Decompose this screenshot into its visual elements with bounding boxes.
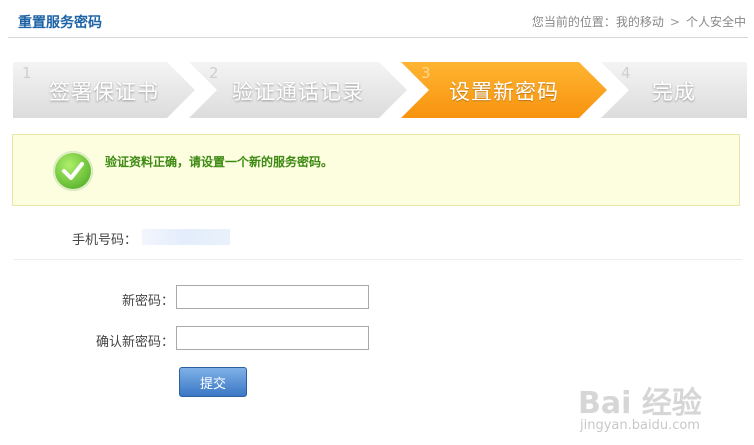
header-divider <box>8 37 748 38</box>
new-password-label: 新密码： <box>121 294 174 309</box>
baidu-watermark: Bai 经验 jingyan.baidu.com <box>578 378 748 440</box>
phone-number-label: 手机号码： <box>72 233 138 248</box>
breadcrumb-separator: > <box>669 15 680 29</box>
new-password-input[interactable] <box>176 285 369 309</box>
submit-button[interactable]: 提交 <box>179 367 247 397</box>
step-label: 签署保证书 <box>49 80 159 104</box>
breadcrumb: 您当前的位置：我的移动 > 个人安全中 <box>532 13 746 30</box>
breadcrumb-prefix: 您当前的位置： <box>531 15 616 29</box>
phone-number-value-masked <box>142 229 230 245</box>
confirm-password-label: 确认新密码： <box>95 335 174 350</box>
breadcrumb-link-security[interactable]: 个人安全中 <box>686 15 746 29</box>
notice-message: 验证资料正确，请设置一个新的服务密码。 <box>105 155 334 169</box>
step-complete: 4 完成 <box>601 62 747 118</box>
step-label: 完成 <box>652 80 696 104</box>
breadcrumb-link-my-mobile[interactable]: 我的移动 <box>616 15 664 29</box>
watermark-logo-text: Bai 经验 <box>578 386 702 421</box>
step-progress: 1 签署保证书 2 验证通话记录 3 设置新密码 4 完成 <box>13 62 753 120</box>
step-verify-call-records: 2 验证通话记录 <box>189 62 407 118</box>
step-label: 验证通话记录 <box>232 80 364 104</box>
check-circle-icon <box>53 151 93 191</box>
section-divider <box>14 259 742 260</box>
confirm-password-input[interactable] <box>176 326 369 350</box>
success-notice: 验证资料正确，请设置一个新的服务密码。 <box>12 134 740 206</box>
step-label: 设置新密码 <box>449 80 559 104</box>
step-sign-guarantee: 1 签署保证书 <box>13 62 195 118</box>
page-title: 重置服务密码 <box>18 15 102 31</box>
step-set-new-password: 3 设置新密码 <box>401 62 607 118</box>
page-header: 重置服务密码 您当前的位置：我的移动 > 个人安全中 <box>0 0 754 38</box>
watermark-url: jingyan.baidu.com <box>580 418 700 433</box>
